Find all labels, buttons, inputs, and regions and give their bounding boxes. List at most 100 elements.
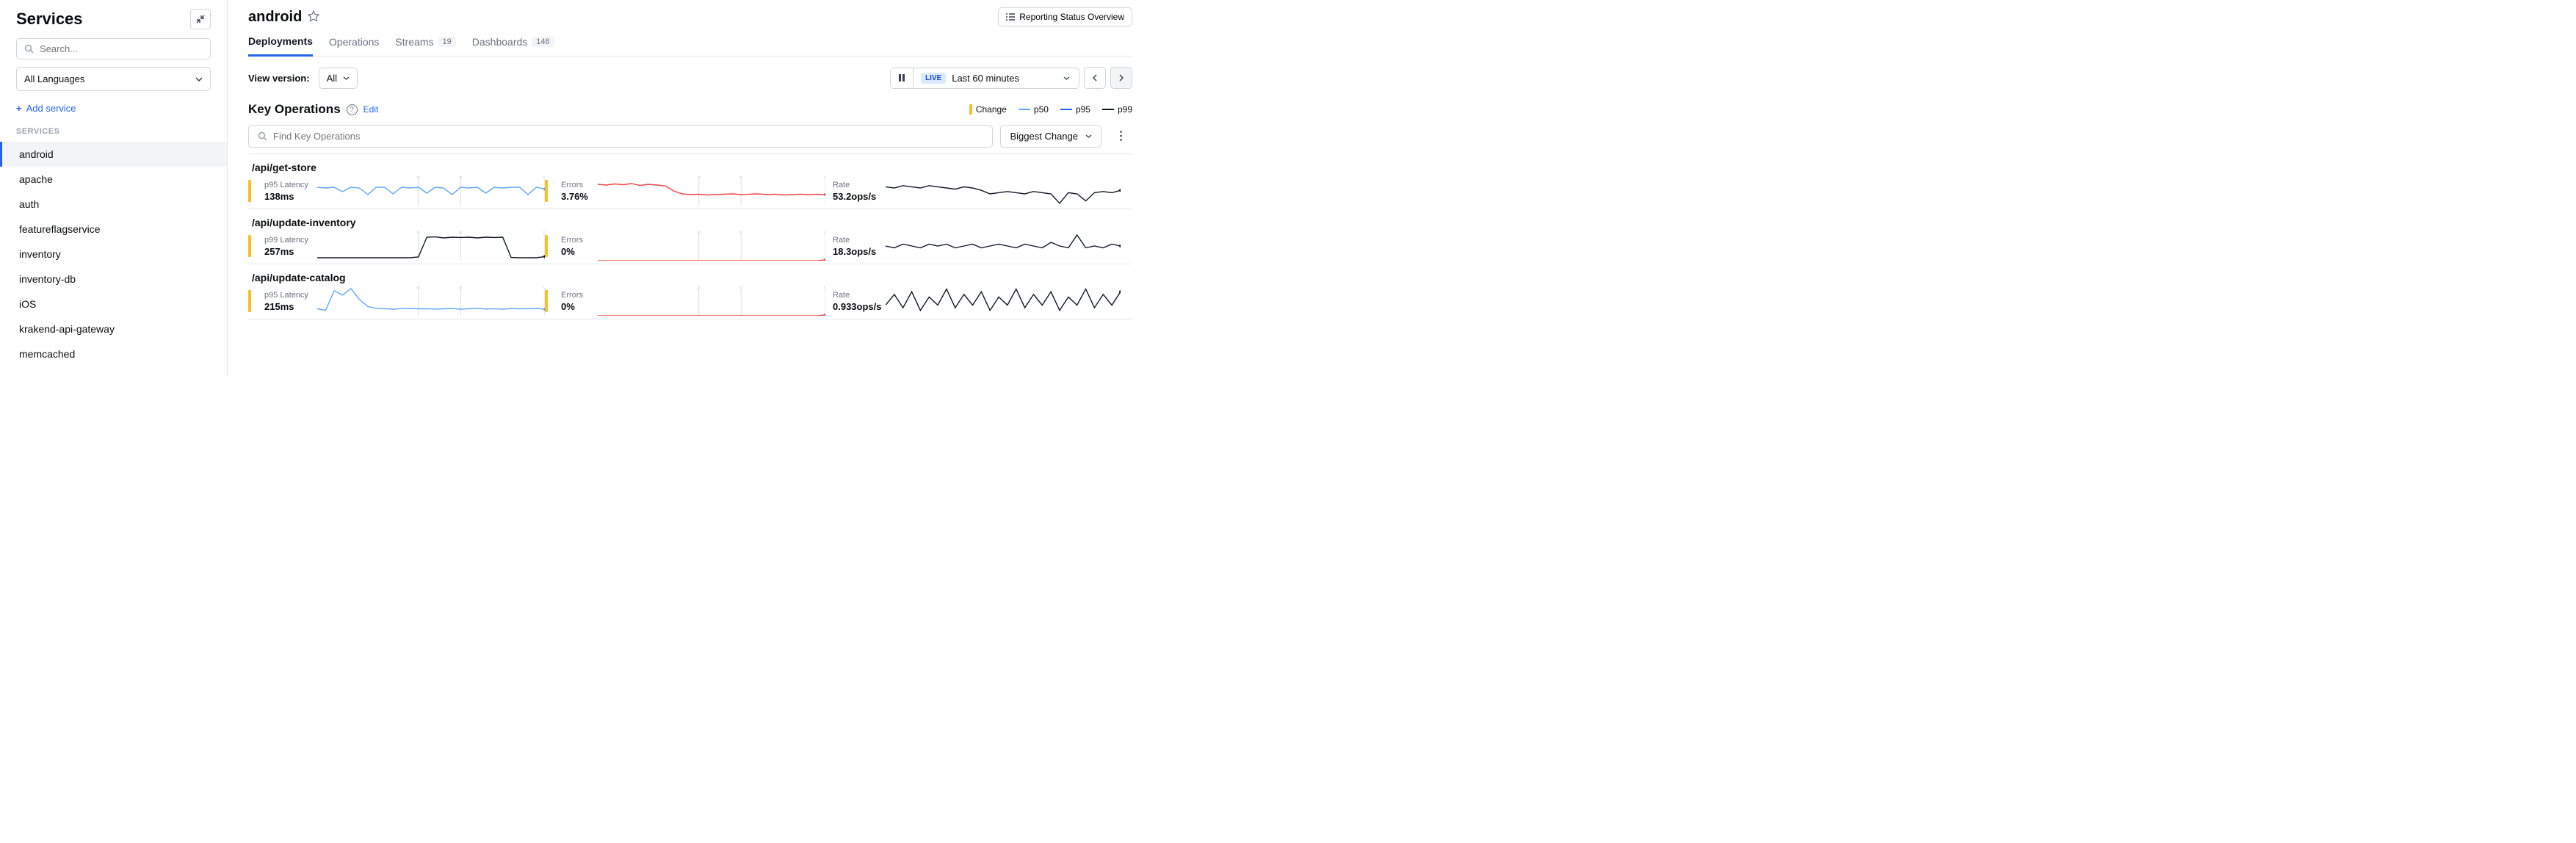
rate-chart bbox=[886, 231, 1121, 261]
plus-icon: + bbox=[16, 103, 22, 114]
chevron-left-icon bbox=[1093, 74, 1097, 82]
tab-label: Operations bbox=[329, 36, 379, 48]
chevron-right-icon bbox=[1119, 74, 1124, 82]
rate-label: Rate bbox=[833, 236, 878, 245]
latency-label: p95 Latency bbox=[264, 181, 310, 189]
version-select[interactable]: All bbox=[319, 68, 358, 89]
tab-streams[interactable]: Streams 19 bbox=[395, 35, 455, 56]
legend-change-swatch bbox=[969, 104, 972, 115]
change-indicator bbox=[545, 180, 548, 202]
errors-chart bbox=[598, 176, 825, 206]
version-select-value: All bbox=[327, 73, 337, 84]
errors-label: Errors bbox=[561, 181, 590, 189]
chevron-down-icon bbox=[195, 77, 203, 82]
language-select[interactable]: All Languages bbox=[16, 67, 211, 91]
reporting-status-button[interactable]: Reporting Status Overview bbox=[998, 7, 1132, 26]
rate-value: 18.3ops/s bbox=[833, 246, 878, 257]
change-indicator bbox=[248, 180, 251, 202]
sidebar-item-featureflagservice[interactable]: featureflagservice bbox=[0, 217, 227, 242]
key-ops-search-input[interactable] bbox=[273, 131, 983, 142]
tab-deployments[interactable]: Deployments bbox=[248, 35, 313, 57]
errors-chart bbox=[598, 286, 825, 316]
errors-label: Errors bbox=[561, 291, 590, 300]
tab-badge: 19 bbox=[438, 37, 456, 47]
errors-label: Errors bbox=[561, 236, 590, 245]
change-indicator bbox=[545, 290, 548, 312]
sidebar-search-input[interactable] bbox=[40, 43, 203, 54]
tab-operations[interactable]: Operations bbox=[329, 35, 379, 56]
help-icon[interactable]: ? bbox=[347, 104, 358, 115]
main-content: android Reporting Status Overview Deploy… bbox=[228, 0, 1146, 377]
latency-label: p95 Latency bbox=[264, 291, 310, 300]
sidebar-item-apache[interactable]: apache bbox=[0, 167, 227, 192]
search-icon bbox=[24, 44, 34, 54]
time-range-group: LIVE Last 60 minutes bbox=[890, 68, 1079, 89]
favorite-button[interactable] bbox=[308, 10, 321, 23]
sidebar: Services All Languages + Add service SER… bbox=[0, 0, 228, 377]
legend: Change p50 p95 p99 bbox=[969, 104, 1132, 115]
sidebar-item-iOS[interactable]: iOS bbox=[0, 292, 227, 316]
latency-chart bbox=[317, 231, 545, 261]
legend-p95-swatch bbox=[1060, 109, 1072, 110]
tab-label: Streams bbox=[395, 36, 433, 48]
more-options-button[interactable] bbox=[1109, 124, 1132, 148]
sidebar-item-krakend-api-gateway[interactable]: krakend-api-gateway bbox=[0, 316, 227, 341]
sidebar-item-memcached[interactable]: memcached bbox=[0, 341, 227, 366]
latency-chart bbox=[317, 286, 545, 316]
rate-chart bbox=[886, 286, 1121, 316]
operation-row[interactable]: /api/update-inventory p99 Latency 257ms … bbox=[248, 209, 1132, 264]
add-service-button[interactable]: + Add service bbox=[0, 100, 227, 124]
rate-chart bbox=[886, 176, 1121, 206]
operation-name: /api/get-store bbox=[248, 162, 1132, 173]
key-operations-title: Key Operations bbox=[248, 102, 341, 117]
collapse-sidebar-button[interactable] bbox=[190, 9, 211, 29]
pause-button[interactable] bbox=[891, 68, 913, 88]
operation-row[interactable]: /api/update-catalog p95 Latency 215ms Er… bbox=[248, 264, 1132, 319]
sidebar-item-auth[interactable]: auth bbox=[0, 192, 227, 217]
sidebar-item-inventory-db[interactable]: inventory-db bbox=[0, 267, 227, 292]
operation-name: /api/update-catalog bbox=[248, 272, 1132, 283]
operations-list: /api/get-store p95 Latency 138ms Errors … bbox=[248, 153, 1132, 319]
star-icon bbox=[308, 10, 319, 22]
legend-change-label: Change bbox=[976, 104, 1007, 115]
search-icon bbox=[258, 131, 267, 141]
tab-dashboards[interactable]: Dashboards146 bbox=[472, 35, 554, 56]
time-range-value: Last 60 minutes bbox=[952, 73, 1019, 84]
sidebar-item-inventory[interactable]: inventory bbox=[0, 242, 227, 267]
legend-p50-swatch bbox=[1019, 109, 1030, 110]
time-range-select[interactable]: LIVE Last 60 minutes bbox=[913, 68, 1079, 88]
tabs: Deployments Operations Streams 19 Dashboards… bbox=[248, 35, 1132, 57]
errors-value: 0% bbox=[561, 301, 590, 312]
time-next-button[interactable] bbox=[1110, 67, 1132, 89]
sidebar-item-android[interactable]: android bbox=[0, 142, 227, 167]
key-ops-search[interactable] bbox=[248, 125, 993, 148]
tab-label: Deployments bbox=[248, 35, 313, 47]
errors-value: 0% bbox=[561, 246, 590, 257]
services-section-label: SERVICES bbox=[0, 124, 227, 142]
rate-value: 0.933ops/s bbox=[833, 301, 878, 312]
time-prev-button[interactable] bbox=[1084, 67, 1106, 89]
edit-key-ops-link[interactable]: Edit bbox=[363, 104, 379, 115]
chevron-down-icon bbox=[343, 76, 350, 80]
change-indicator bbox=[545, 235, 548, 257]
view-version-label: View version: bbox=[248, 73, 310, 84]
sort-select[interactable]: Biggest Change bbox=[1000, 125, 1101, 148]
collapse-icon bbox=[196, 15, 205, 23]
rate-label: Rate bbox=[833, 181, 878, 189]
rate-label: Rate bbox=[833, 291, 878, 300]
chevron-down-icon bbox=[1085, 134, 1092, 138]
operation-name: /api/update-inventory bbox=[248, 217, 1132, 228]
legend-p99-label: p99 bbox=[1118, 104, 1132, 115]
latency-value: 257ms bbox=[264, 246, 310, 257]
page-title: android bbox=[248, 9, 302, 26]
sidebar-search[interactable] bbox=[16, 38, 211, 59]
errors-value: 3.76% bbox=[561, 191, 590, 202]
sort-select-value: Biggest Change bbox=[1010, 131, 1078, 142]
legend-p95-label: p95 bbox=[1076, 104, 1090, 115]
tab-badge: 146 bbox=[532, 37, 554, 47]
operation-row[interactable]: /api/get-store p95 Latency 138ms Errors … bbox=[248, 154, 1132, 209]
kebab-icon bbox=[1120, 131, 1122, 141]
latency-value: 215ms bbox=[264, 301, 310, 312]
change-indicator bbox=[248, 290, 251, 312]
add-service-label: Add service bbox=[26, 103, 76, 114]
